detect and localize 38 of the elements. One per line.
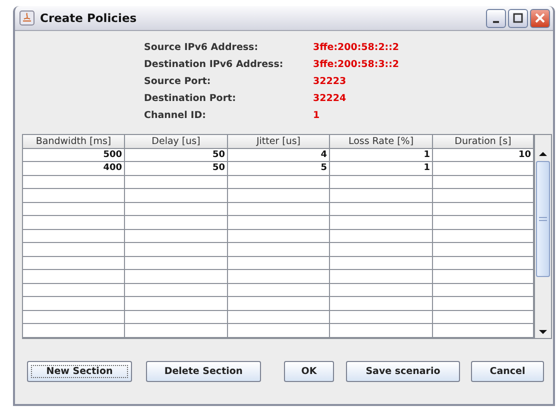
scrollbar[interactable] <box>534 135 551 338</box>
table-cell: 5 <box>228 162 330 176</box>
dialog-button[interactable]: Cancel <box>471 361 544 382</box>
minimize-icon <box>493 21 499 23</box>
column-header[interactable]: Duration [s] <box>433 135 534 148</box>
dialog-button[interactable]: Delete Section <box>146 361 261 382</box>
table-cell: 50 <box>125 162 228 176</box>
column-header[interactable]: Loss Rate [%] <box>330 135 433 148</box>
field-label: Source IPv6 Address: <box>144 41 259 55</box>
window-title: Create Policies <box>40 11 138 25</box>
field-value: 1 <box>313 109 321 123</box>
maximize-icon <box>513 13 523 23</box>
table-cell: 500 <box>23 148 125 162</box>
dialog-button[interactable]: OK <box>284 361 334 382</box>
maximize-button[interactable] <box>508 8 528 28</box>
table-cell: 400 <box>23 162 125 176</box>
field-label: Source Port: <box>144 75 212 89</box>
table-cell: 50 <box>125 148 228 162</box>
table-cell: 1 <box>330 148 433 162</box>
close-button[interactable] <box>530 8 550 28</box>
dialog-button[interactable]: Save scenario <box>346 361 460 382</box>
app-icon <box>19 10 35 26</box>
field-label: Destination IPv6 Address: <box>144 58 284 72</box>
column-header[interactable]: Bandwidth [ms] <box>23 135 125 148</box>
field-value: 3ffe:200:58:3::2 <box>313 58 400 72</box>
field-label: Destination Port: <box>144 92 237 106</box>
dialog-button[interactable]: New Section <box>27 361 132 382</box>
minimize-button[interactable] <box>486 8 506 28</box>
close-icon <box>535 13 545 23</box>
column-header[interactable]: Delay [us] <box>125 135 228 148</box>
field-value: 32223 <box>313 75 348 89</box>
table-cell: 1 <box>330 162 433 176</box>
scroll-thumb[interactable] <box>536 161 550 277</box>
field-label: Channel ID: <box>144 109 207 123</box>
field-value: 3ffe:200:58:2::2 <box>313 41 400 55</box>
field-value: 32224 <box>313 92 348 106</box>
table-cell: 4 <box>228 148 330 162</box>
column-header[interactable]: Jitter [us] <box>228 135 330 148</box>
